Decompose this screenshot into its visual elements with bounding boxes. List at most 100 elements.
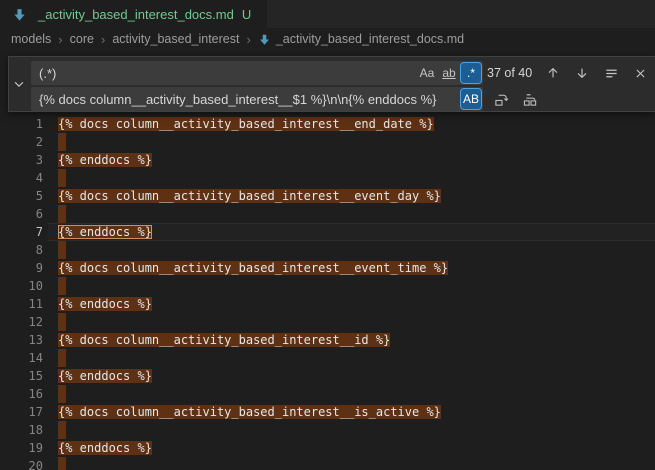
breadcrumb: models › core › activity_based_interest …: [0, 28, 655, 50]
preserve-case-button[interactable]: AB: [461, 89, 481, 109]
line-content: {% docs column__activity_based_interest_…: [58, 403, 441, 421]
code-area[interactable]: 1 {% docs column__activity_based_interest…: [0, 115, 655, 470]
line-number: 18: [0, 421, 43, 439]
tab-filename: _activity_based_interest_docs.md: [38, 7, 234, 22]
find-replace-widget: (.*) Aa ab .* 37 of 40 {% docs c: [8, 56, 655, 112]
line-content: {% enddocs %}: [58, 223, 152, 241]
code-line[interactable]: 6: [0, 205, 655, 223]
find-match-current: {% enddocs %}: [58, 225, 152, 239]
next-match-icon[interactable]: [573, 64, 591, 82]
code-line[interactable]: 5 {% docs column__activity_based_interest…: [0, 187, 655, 205]
code-line[interactable]: 3 {% enddocs %}: [0, 151, 655, 169]
code-line[interactable]: 18: [0, 421, 655, 439]
find-match: {% docs column__activity_based_interest_…: [58, 117, 434, 131]
code-line[interactable]: 19 {% enddocs %}: [0, 439, 655, 457]
breadcrumb-item-models[interactable]: models: [11, 32, 51, 46]
code-line[interactable]: 20: [0, 457, 655, 470]
line-number: 10: [0, 277, 43, 295]
editor-tab[interactable]: _activity_based_interest_docs.md U: [0, 0, 268, 28]
line-number: 17: [0, 403, 43, 421]
breadcrumb-separator: ›: [58, 32, 62, 47]
find-match-empty: [58, 133, 66, 151]
code-line[interactable]: 2: [0, 133, 655, 151]
line-content: [58, 421, 66, 439]
whole-word-button[interactable]: ab: [439, 63, 459, 83]
line-number: 6: [0, 205, 43, 223]
line-content: {% docs column__activity_based_interest_…: [58, 187, 441, 205]
replace-value: {% docs column__activity_based_interest_…: [39, 92, 461, 107]
line-number: 1: [0, 115, 43, 133]
code-line[interactable]: 9{% docs column__activity_based_interest…: [0, 259, 655, 277]
regex-button[interactable]: .*: [461, 63, 481, 83]
line-number: 7: [0, 223, 43, 241]
line-number: 15: [0, 367, 43, 385]
line-number: 20: [0, 457, 43, 470]
line-content: {% enddocs %}: [58, 367, 152, 385]
find-match-empty: [58, 241, 66, 259]
line-number: 5: [0, 187, 43, 205]
line-content: [58, 241, 66, 259]
find-in-selection-icon[interactable]: [602, 64, 620, 82]
find-input[interactable]: (.*) Aa ab .*: [31, 61, 483, 85]
find-match: {% enddocs %}: [58, 369, 152, 383]
line-content: [58, 277, 66, 295]
close-icon[interactable]: [631, 64, 649, 82]
code-line[interactable]: 10: [0, 277, 655, 295]
breadcrumb-item-file[interactable]: _activity_based_interest_docs.md: [276, 32, 464, 46]
match-case-button[interactable]: Aa: [417, 63, 437, 83]
line-number: 3: [0, 151, 43, 169]
replace-one-icon[interactable]: [492, 90, 510, 108]
find-match: {% docs column__activity_based_interest_…: [58, 405, 441, 419]
code-line[interactable]: 17 {% docs column__activity_based_interes…: [0, 403, 655, 421]
line-content: [58, 169, 66, 187]
line-content: [58, 385, 66, 403]
code-line[interactable]: 14: [0, 349, 655, 367]
find-match: {% enddocs %}: [58, 153, 152, 167]
line-content: {% docs column__activity_based_interest_…: [58, 115, 434, 133]
code-line[interactable]: 13 {% docs column__activity_based_interes…: [0, 331, 655, 349]
find-match: {% enddocs %}: [58, 441, 152, 455]
find-match-empty: [58, 457, 66, 470]
find-query: (.*): [39, 66, 417, 81]
markdown-file-icon: [258, 33, 271, 46]
breadcrumb-item-activity-based-interest[interactable]: activity_based_interest: [112, 32, 239, 46]
line-content: [58, 133, 66, 151]
find-match: {% enddocs %}: [58, 297, 152, 311]
code-line[interactable]: 16: [0, 385, 655, 403]
find-match-empty: [58, 169, 66, 187]
tab-bar: _activity_based_interest_docs.md U: [0, 0, 655, 28]
replace-all-icon[interactable]: [521, 90, 539, 108]
line-number: 12: [0, 313, 43, 331]
line-number: 19: [0, 439, 43, 457]
line-content: {% enddocs %}: [58, 295, 152, 313]
line-content: {% docs column__activity_based_interest_…: [58, 331, 390, 349]
git-status-badge: U: [242, 7, 251, 22]
line-number: 8: [0, 241, 43, 259]
find-match: {% docs column__activity_based_interest_…: [58, 261, 448, 275]
markdown-file-icon: [12, 7, 27, 22]
line-content: [58, 313, 66, 331]
code-line[interactable]: 8: [0, 241, 655, 259]
line-number: 4: [0, 169, 43, 187]
replace-input[interactable]: {% docs column__activity_based_interest_…: [31, 87, 483, 111]
breadcrumb-item-core[interactable]: core: [70, 32, 94, 46]
toggle-replace-button[interactable]: [9, 57, 29, 111]
line-content: [58, 457, 66, 470]
line-number: 13: [0, 331, 43, 349]
code-line[interactable]: 4: [0, 169, 655, 187]
code-line[interactable]: 12: [0, 313, 655, 331]
find-match-empty: [58, 205, 66, 223]
line-content: {% enddocs %}: [58, 151, 152, 169]
editor-pane[interactable]: 1 {% docs column__activity_based_interest…: [0, 50, 655, 470]
find-match-empty: [58, 277, 66, 295]
find-match-empty: [58, 313, 66, 331]
code-line[interactable]: 15 {% enddocs %}: [0, 367, 655, 385]
code-line[interactable]: 7 {% enddocs %}: [0, 223, 655, 241]
code-line[interactable]: 11{% enddocs %}: [0, 295, 655, 313]
code-line[interactable]: 1 {% docs column__activity_based_interest…: [0, 115, 655, 133]
find-match: {% docs column__activity_based_interest_…: [58, 333, 390, 347]
line-content: [58, 205, 66, 223]
line-content: [58, 349, 66, 367]
match-count: 37 of 40: [487, 61, 532, 85]
previous-match-icon[interactable]: [544, 64, 562, 82]
